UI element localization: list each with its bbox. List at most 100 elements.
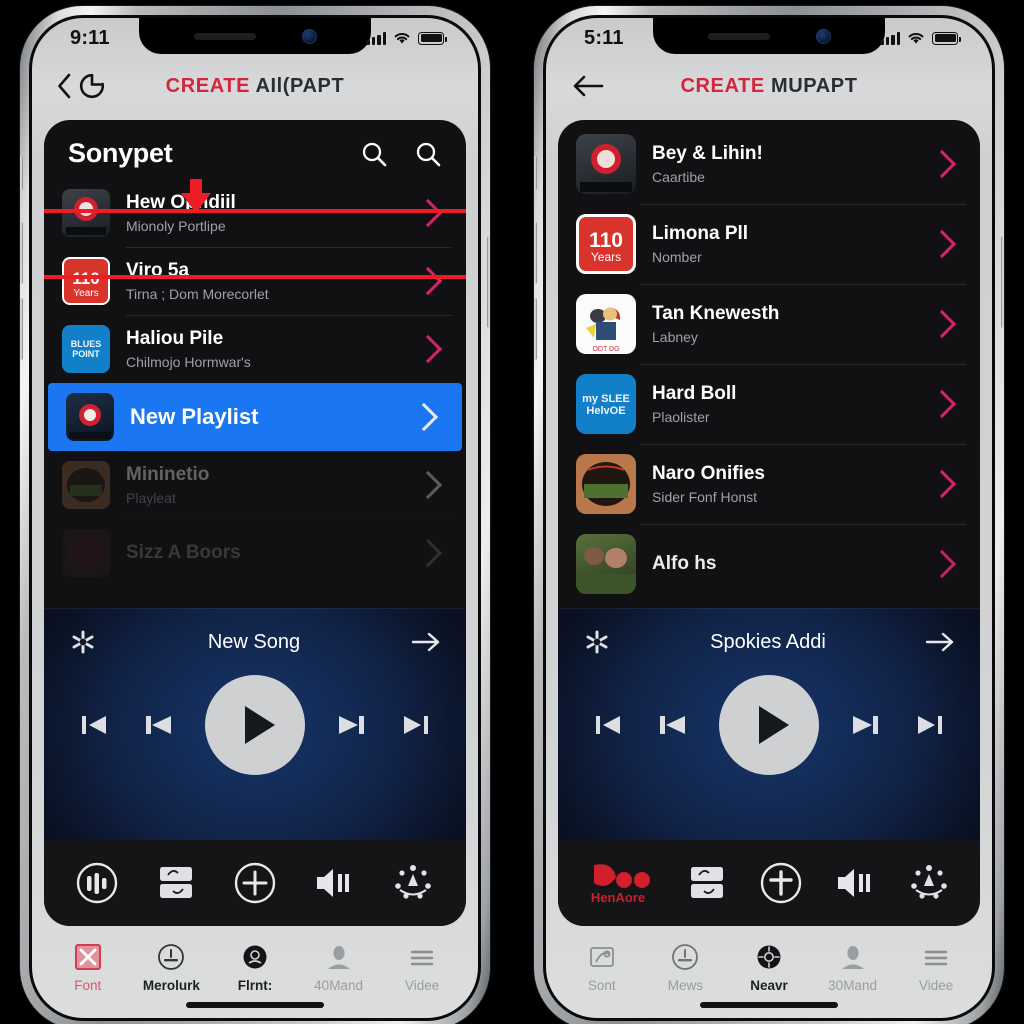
chevron-right-icon[interactable] [927,549,957,579]
refresh-icon[interactable] [77,71,107,101]
list-item[interactable]: 110 Years Viro 5a Tirna ; Dom Morecorlet [44,247,466,315]
previous-track-icon[interactable] [141,708,175,742]
red-brand-logo-icon[interactable]: HenAore [586,857,656,909]
plus-circle-icon[interactable] [232,860,278,906]
next-track-icon[interactable] [335,708,369,742]
chevron-right-icon[interactable] [413,470,443,500]
list-item[interactable]: ODT DG Tan Knewesth Labney [558,284,980,364]
chevron-right-icon[interactable] [927,149,957,179]
tab-merolurk[interactable]: Merolurk [132,942,210,993]
list-item-text: Viro 5a Tirna ; Dom Morecorlet [126,260,402,301]
dual-phone-mockup: 9:11 CREATE AIl(PAPT Sonypet Hew Opndiil… [0,0,1024,1024]
list-item-subtitle: Tirna ; Dom Morecorlet [126,285,269,302]
skip-forward-icon[interactable] [399,708,433,742]
play-icon [244,706,275,744]
chevron-right-icon[interactable] [927,229,957,259]
arrow-right-icon[interactable] [410,629,442,655]
tab-bar-left[interactable]: Font Merolurk Flrnt: 40Mand Videe [32,926,478,1004]
volume-up-button[interactable] [20,222,23,284]
skip-back-icon[interactable] [77,708,111,742]
tab-videe[interactable]: Videe [897,942,975,993]
list-item[interactable]: my SLEE HelvOE Hard Boll Plaolister [558,364,980,444]
list-item-subtitle: Mionoly Portlipe [126,217,226,234]
list-item-text: Mininetio Playleat [126,464,402,505]
home-indicator[interactable] [700,1002,838,1008]
tab-mand[interactable]: 40Mand [300,942,378,993]
filled-circle-face-icon [757,945,781,968]
tab-bar-right[interactable]: Sont Mews Neavr 30Mand Videe [546,926,992,1004]
screen-left: 9:11 CREATE AIl(PAPT Sonypet Hew Opndiil… [32,18,478,1018]
tab-mand[interactable]: 30Mand [814,942,892,993]
list-item-title: Viro 5a [126,260,190,282]
chevron-left-icon[interactable] [56,72,73,100]
svg-text:Years: Years [591,250,621,264]
tab-videe[interactable]: Videe [383,942,461,993]
list-item[interactable]: Naro Onifies Sider Fonf Honst [558,444,980,524]
folder-swap-icon[interactable] [153,863,199,903]
list-item[interactable]: Alfo hs [558,524,980,604]
list-item[interactable]: Bey & Lihin! Caartibe [558,124,980,204]
list-item-subtitle: Playleat [126,489,176,506]
chevron-right-icon[interactable] [927,309,957,339]
mute-switch[interactable] [534,156,537,190]
mute-switch[interactable] [20,156,23,190]
list-item-text: New Playlist [130,404,398,430]
tab-flrnt[interactable]: Flrnt: [216,942,294,993]
list-item-text: Hard Boll Plaolister [652,383,916,424]
chevron-right-icon[interactable] [413,334,443,364]
play-icon [758,706,789,744]
tab-font[interactable]: Font [49,942,127,993]
power-button[interactable] [1001,236,1004,328]
next-track-icon[interactable] [849,708,883,742]
volume-icon[interactable] [832,863,878,903]
volume-up-button[interactable] [534,222,537,284]
sparkle-burst-icon[interactable] [390,860,436,906]
power-button[interactable] [487,236,490,328]
home-indicator[interactable] [186,1002,324,1008]
list-item-title: Mininetio [126,464,210,486]
chevron-right-icon[interactable] [413,266,443,296]
playlist-list-right[interactable]: Bey & Lihin! Caartibe 110 Years Limona Pl… [558,120,980,608]
list-item-title: Hard Boll [652,383,737,405]
list-item[interactable]: Mininetio Playleat [44,451,466,519]
tab-label: Sont [587,977,616,993]
plus-circle-icon[interactable] [758,860,804,906]
app-toolbar-right: HenAore [558,840,980,926]
shuffle-asterisk-icon[interactable] [582,627,612,657]
tab-neavr[interactable]: Neavr [730,942,808,993]
folder-swap-icon[interactable] [684,863,730,903]
tab-sont[interactable]: Sont [563,942,641,993]
list-item[interactable]: BLUES POINT Haliou Pile Chilmojo Hormwar'… [44,315,466,383]
chevron-right-icon[interactable] [413,198,443,228]
volume-down-button[interactable] [20,298,23,360]
equalizer-circle-icon[interactable] [74,860,120,906]
chevron-right-icon[interactable] [413,538,443,568]
list-item[interactable]: Hew Opndiil Mionoly Portlipe [44,179,466,247]
chevron-right-icon[interactable] [927,469,957,499]
arrow-left-icon[interactable] [570,73,606,99]
list-item-title: Tan Knewesth [652,303,780,325]
shuffle-asterisk-icon[interactable] [68,627,98,657]
search-icon[interactable] [414,140,442,168]
volume-icon[interactable] [311,863,357,903]
circle-badge-icon [672,943,699,970]
previous-track-icon[interactable] [655,708,689,742]
tab-mews[interactable]: Mews [646,942,724,993]
tab-label: Merolurk [142,977,200,993]
list-item-subtitle: Chilmojo Hormwar's [126,353,251,370]
volume-down-button[interactable] [534,298,537,360]
chevron-right-icon[interactable] [409,402,439,432]
list-item[interactable]: 110 Years Limona Pll Nomber [558,204,980,284]
search-icon[interactable] [360,140,388,168]
list-item[interactable]: Sizz A Boors [44,519,466,587]
chevron-right-icon[interactable] [927,389,957,419]
svg-text:POINT: POINT [72,349,100,359]
list-item-selected[interactable]: New Playlist [48,383,462,451]
skip-forward-icon[interactable] [913,708,947,742]
play-button[interactable] [719,675,819,775]
skip-back-icon[interactable] [591,708,625,742]
sparkle-burst-icon[interactable] [906,860,952,906]
playlist-list-left[interactable]: Hew Opndiil Mionoly Portlipe 110 Years V… [44,179,466,608]
arrow-right-icon[interactable] [924,629,956,655]
play-button[interactable] [205,675,305,775]
